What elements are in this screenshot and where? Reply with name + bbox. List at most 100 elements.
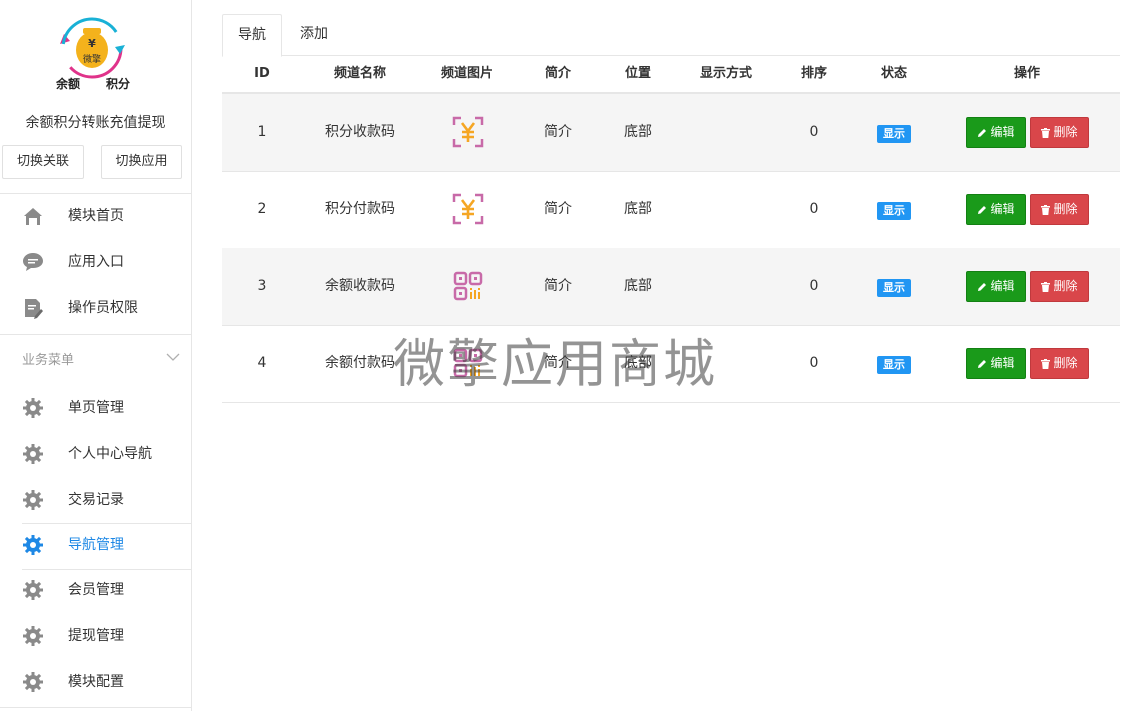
sidebar-item-label: 模块首页: [68, 208, 124, 224]
cell-intro: 简介: [544, 355, 572, 371]
delete-button[interactable]: 删除: [1030, 194, 1089, 225]
switch-relation-button[interactable]: 切换关联: [2, 145, 84, 179]
switch-app-button[interactable]: 切换应用: [101, 145, 182, 179]
col-header-intro: 简介: [544, 66, 572, 81]
trash-icon: [1041, 127, 1051, 138]
table-row: 4 余额付款码 简介 底部 0 显示 编辑 删除: [222, 325, 1120, 403]
delete-button[interactable]: 删除: [1030, 271, 1089, 302]
cell-position: 底部: [624, 124, 652, 140]
tab-bar: 导航 添加: [222, 14, 1120, 57]
status-badge: 显示: [877, 202, 911, 220]
sidebar-item-label: 导航管理: [68, 537, 124, 553]
qr-code-icon: [452, 270, 484, 302]
document-edit-icon: [22, 297, 44, 319]
cell-intro: 简介: [544, 124, 572, 140]
col-header-name: 频道名称: [333, 66, 387, 81]
status-badge: 显示: [877, 279, 911, 297]
app-logo: ¥ 微擎 余额 积分: [50, 12, 134, 92]
gear-icon: [22, 489, 44, 511]
chat-icon: [22, 251, 44, 273]
sidebar-item-label: 模块配置: [68, 674, 124, 690]
col-header-id: ID: [254, 66, 270, 81]
svg-text:微擎: 微擎: [83, 53, 101, 65]
cell-id: 4: [257, 355, 267, 371]
cell-position: 底部: [624, 201, 652, 217]
sidebar: ¥ 微擎 余额 积分 余额积分转账充值提现 切换关联 切换应用 模块首页 应用入…: [0, 0, 192, 711]
gear-icon: [22, 443, 44, 465]
sidebar-item-module-home[interactable]: 模块首页: [0, 193, 191, 239]
sidebar-item-label: 会员管理: [68, 582, 124, 598]
divider: [0, 334, 191, 335]
delete-button[interactable]: 删除: [1030, 117, 1089, 148]
cell-name: 积分收款码: [325, 124, 395, 140]
sidebar-item-personal-nav[interactable]: 个人中心导航: [0, 431, 191, 477]
sidebar-item-label: 个人中心导航: [68, 446, 152, 462]
sidebar-item-label: 应用入口: [68, 254, 124, 270]
cell-sort: 0: [809, 124, 819, 140]
cell-intro: 简介: [544, 278, 572, 294]
table-header: ID 频道名称 频道图片 简介 位置 显示方式 排序 状态 操作: [222, 56, 1120, 94]
sidebar-item-withdrawals[interactable]: 提现管理: [0, 613, 191, 659]
svg-text:¥: ¥: [88, 37, 96, 50]
edit-button[interactable]: 编辑: [966, 117, 1026, 148]
pencil-icon: [978, 282, 987, 291]
sidebar-item-single-page[interactable]: 单页管理: [0, 385, 191, 431]
sidebar-item-label: 操作员权限: [68, 300, 138, 316]
status-badge: 显示: [877, 356, 911, 374]
table-row: 1 积分收款码 简介 底部 0 显示 编辑 删除: [222, 94, 1120, 172]
sidebar-item-label: 提现管理: [68, 628, 124, 644]
gear-icon: [22, 671, 44, 693]
sidebar-item-label: 单页管理: [68, 400, 124, 416]
sidebar-item-transactions[interactable]: 交易记录: [0, 477, 191, 523]
cell-id: 1: [257, 124, 267, 140]
gear-icon: [22, 579, 44, 601]
pencil-icon: [978, 128, 987, 137]
cell-id: 2: [257, 201, 267, 217]
cell-position: 底部: [624, 278, 652, 294]
cell-sort: 0: [809, 355, 819, 371]
sidebar-item-label: 交易记录: [68, 492, 124, 508]
col-header-display: 显示方式: [699, 66, 753, 81]
home-icon: [22, 205, 44, 227]
table-row: 3 余额收款码 简介 底部 0 显示 编辑 删除: [222, 248, 1120, 326]
yen-scan-icon: [452, 116, 484, 148]
col-header-position: 位置: [624, 66, 652, 81]
col-header-image: 频道图片: [440, 66, 494, 81]
qr-code-icon: [452, 347, 484, 379]
col-header-actions: 操作: [1013, 66, 1041, 81]
cell-id: 3: [257, 278, 267, 294]
gear-icon: [22, 397, 44, 419]
sidebar-item-app-entry[interactable]: 应用入口: [0, 239, 191, 285]
svg-text:余额: 余额: [55, 76, 80, 91]
trash-icon: [1041, 358, 1051, 369]
delete-button[interactable]: 删除: [1030, 348, 1089, 379]
col-header-sort: 排序: [800, 66, 828, 81]
sidebar-item-operator-permission[interactable]: 操作员权限: [0, 285, 191, 331]
tab-nav[interactable]: 导航: [222, 14, 282, 57]
cell-name: 余额付款码: [325, 355, 395, 371]
svg-text:积分: 积分: [106, 76, 130, 91]
edit-button[interactable]: 编辑: [966, 194, 1026, 225]
pencil-icon: [978, 359, 987, 368]
pencil-icon: [978, 205, 987, 214]
cell-intro: 简介: [544, 201, 572, 217]
sidebar-item-module-config[interactable]: 模块配置: [0, 659, 191, 705]
cell-sort: 0: [809, 201, 819, 217]
tab-add[interactable]: 添加: [284, 14, 344, 55]
status-badge: 显示: [877, 125, 911, 143]
sidebar-item-nav-management[interactable]: 导航管理: [0, 522, 191, 568]
cell-name: 积分付款码: [325, 201, 395, 217]
cell-position: 底部: [624, 355, 652, 371]
trash-icon: [1041, 281, 1051, 292]
edit-button[interactable]: 编辑: [966, 348, 1026, 379]
edit-button[interactable]: 编辑: [966, 271, 1026, 302]
section-title: 业务菜单: [22, 353, 75, 368]
gear-icon: [22, 534, 44, 556]
divider: [0, 707, 191, 708]
chevron-down-icon[interactable]: [166, 350, 180, 364]
sidebar-item-members[interactable]: 会员管理: [0, 567, 191, 613]
trash-icon: [1041, 204, 1051, 215]
col-header-status: 状态: [880, 66, 908, 81]
app-title: 余额积分转账充值提现: [25, 115, 166, 131]
table-row: 2 积分付款码 简介 底部 0 显示 编辑 删除: [222, 171, 1120, 249]
